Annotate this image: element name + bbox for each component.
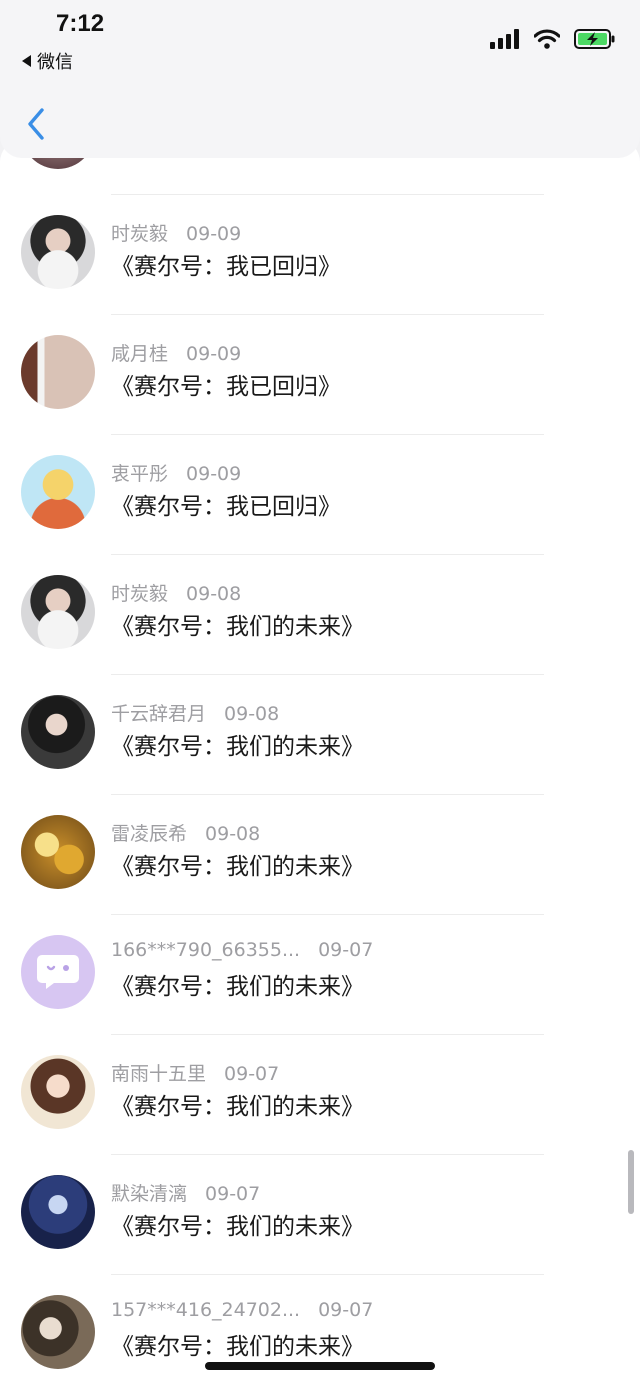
comment-meta: 166***790_66355... 09-07 (111, 939, 373, 961)
screen: 7:12 微信 时炭毅 09-09 《赛尔号：我已回归》 咸月桂 09-09 《… (0, 0, 640, 1386)
comment-title: 《赛尔号：我们的未来》 (111, 1334, 364, 1360)
avatar (21, 1055, 95, 1129)
username: 时炭毅 (111, 223, 169, 245)
comment-title: 《赛尔号：我们的未来》 (111, 974, 364, 1000)
comment-meta: 157***416_24702... 09-07 (111, 1299, 373, 1321)
status-bar: 7:12 微信 (0, 0, 640, 80)
list-item[interactable]: 雷凌辰希 09-08 《赛尔号：我们的未来》 (0, 795, 640, 915)
username: 南雨十五里 (111, 1063, 207, 1085)
username: 默染清漓 (111, 1183, 188, 1205)
username: 157***416_24702... (111, 1299, 301, 1321)
list-item[interactable]: 千云辞君月 09-08 《赛尔号：我们的未来》 (0, 675, 640, 795)
comment-date: 09-08 (186, 583, 242, 605)
comment-meta: 时炭毅 09-08 (111, 579, 241, 606)
avatar (21, 695, 95, 769)
list-item[interactable]: 衷平彤 09-09 《赛尔号：我已回归》 (0, 435, 640, 555)
cellular-signal-icon (490, 29, 519, 49)
comment-date: 09-07 (318, 939, 374, 961)
comment-date: 09-07 (205, 1183, 261, 1205)
list-item[interactable]: 时炭毅 09-08 《赛尔号：我们的未来》 (0, 555, 640, 675)
avatar (21, 335, 95, 409)
avatar (21, 1295, 95, 1369)
comment-date: 09-09 (186, 343, 242, 365)
wifi-icon (534, 29, 560, 49)
comment-title: 《赛尔号：我已回归》 (111, 494, 341, 520)
comment-title: 《赛尔号：我已回归》 (111, 374, 341, 400)
username: 衷平彤 (111, 463, 169, 485)
avatar (21, 935, 95, 1009)
avatar (21, 455, 95, 529)
avatar (21, 815, 95, 889)
nav-header (0, 80, 640, 158)
default-avatar-chat-icon (37, 955, 79, 989)
comment-title: 《赛尔号：我们的未来》 (111, 734, 364, 760)
comment-date: 09-07 (318, 1299, 374, 1321)
comment-meta: 咸月桂 09-09 (111, 339, 241, 366)
list-item[interactable]: 166***790_66355... 09-07 《赛尔号：我们的未来》 (0, 915, 640, 1035)
comment-meta: 衷平彤 09-09 (111, 459, 241, 486)
username: 千云辞君月 (111, 703, 207, 725)
chevron-left-icon[interactable] (22, 106, 50, 142)
comment-title: 《赛尔号：我们的未来》 (111, 1214, 364, 1240)
comment-date: 09-09 (186, 223, 242, 245)
battery-charging-icon (574, 29, 615, 49)
status-time: 7:12 (56, 10, 105, 37)
back-triangle-icon (22, 55, 31, 67)
comment-date: 09-08 (205, 823, 261, 845)
comment-date: 09-07 (224, 1063, 280, 1085)
comment-meta: 默染清漓 09-07 (111, 1179, 260, 1206)
status-icons (490, 28, 616, 50)
avatar (21, 215, 95, 289)
list-item[interactable]: 默染清漓 09-07 《赛尔号：我们的未来》 (0, 1155, 640, 1275)
comment-meta: 雷凌辰希 09-08 (111, 819, 260, 846)
comment-title: 《赛尔号：我们的未来》 (111, 614, 364, 640)
username: 雷凌辰希 (111, 823, 188, 845)
username: 166***790_66355... (111, 939, 301, 961)
home-indicator[interactable] (205, 1362, 435, 1370)
list-item[interactable]: 咸月桂 09-09 《赛尔号：我已回归》 (0, 315, 640, 435)
list-item[interactable]: 南雨十五里 09-07 《赛尔号：我们的未来》 (0, 1035, 640, 1155)
avatar (21, 1175, 95, 1249)
avatar (21, 575, 95, 649)
comment-date: 09-08 (224, 703, 280, 725)
comment-meta: 时炭毅 09-09 (111, 219, 241, 246)
scrollbar-thumb[interactable] (628, 1150, 634, 1214)
comment-title: 《赛尔号：我们的未来》 (111, 1094, 364, 1120)
username: 时炭毅 (111, 583, 169, 605)
back-app-label: 微信 (37, 52, 73, 73)
list-item[interactable]: 时炭毅 09-09 《赛尔号：我已回归》 (0, 195, 640, 315)
comment-meta: 南雨十五里 09-07 (111, 1059, 279, 1086)
back-to-app-link[interactable]: 微信 (22, 48, 73, 74)
comment-list: 时炭毅 09-09 《赛尔号：我已回归》 咸月桂 09-09 《赛尔号：我已回归》 … (0, 140, 640, 1386)
username: 咸月桂 (111, 343, 169, 365)
comment-title: 《赛尔号：我们的未来》 (111, 854, 364, 880)
comment-meta: 千云辞君月 09-08 (111, 699, 279, 726)
comment-date: 09-09 (186, 463, 242, 485)
comment-title: 《赛尔号：我已回归》 (111, 254, 341, 280)
